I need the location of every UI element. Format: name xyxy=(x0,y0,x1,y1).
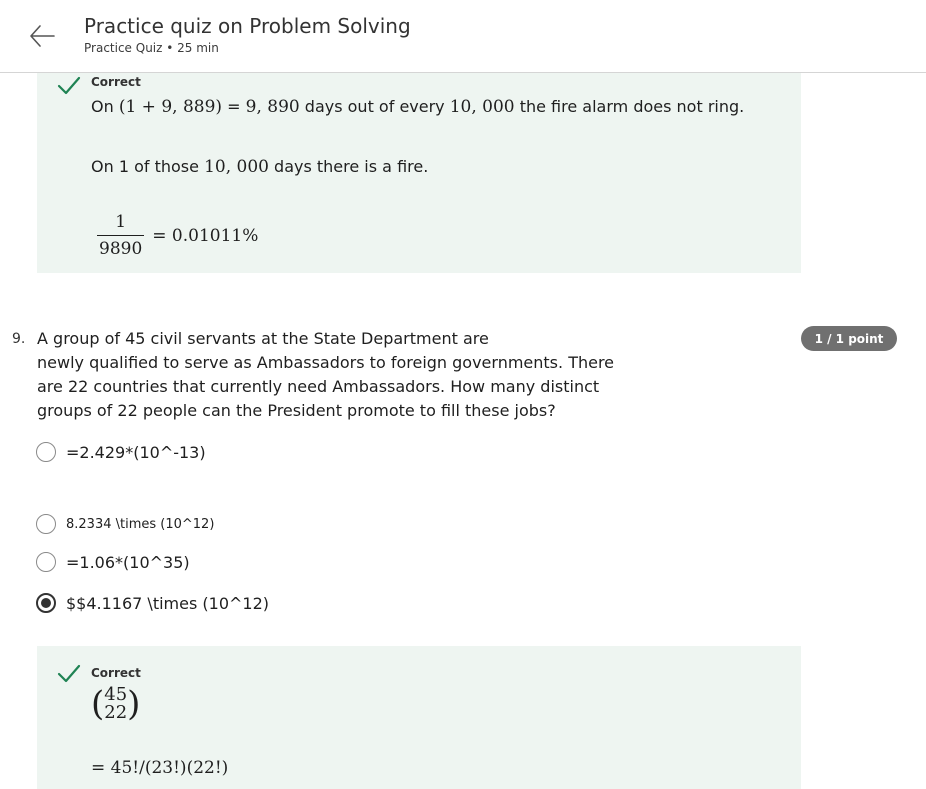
page-subtitle: Practice Quiz • 25 min xyxy=(84,41,219,55)
factorial-equation: = 45!/(23!)(22!) xyxy=(91,758,229,778)
check-icon xyxy=(57,664,81,683)
correct-label: Correct xyxy=(91,75,141,89)
question-number: 9. xyxy=(12,331,26,347)
binomial-bottom: 22 xyxy=(104,702,128,723)
fraction-result: = 0.01011% xyxy=(152,225,259,246)
fraction-denominator: 9890 xyxy=(97,235,145,258)
radio-button[interactable] xyxy=(36,552,56,572)
answer-option-label: =1.06*(10^35) xyxy=(66,552,190,572)
page-title: Practice quiz on Problem Solving xyxy=(84,14,411,38)
radio-button[interactable] xyxy=(36,514,56,534)
explanation-line-2: On 1 of those 10, 000 days there is a fi… xyxy=(91,157,429,177)
answer-option-2[interactable]: 8.2334 \times (10^12) xyxy=(36,514,214,534)
explanation-line-1: On (1 + 9, 889) = 9, 890 days out of eve… xyxy=(91,97,745,117)
feedback-panel-previous: Correct On (1 + 9, 889) = 9, 890 days ou… xyxy=(37,73,801,273)
question-text: A group of 45 civil servants at the Stat… xyxy=(37,329,615,420)
answer-option-4[interactable]: $$4.1167 \times (10^12) xyxy=(36,593,269,613)
correct-label: Correct xyxy=(91,666,141,680)
answer-option-label: $$4.1167 \times (10^12) xyxy=(66,593,269,613)
radio-button-selected[interactable] xyxy=(36,593,56,613)
quiz-header: Practice quiz on Problem Solving Practic… xyxy=(0,0,926,73)
answer-option-1[interactable]: =2.429*(10^-13) xyxy=(36,442,206,462)
points-badge: 1 / 1 point xyxy=(801,326,897,351)
answer-option-label: 8.2334 \times (10^12) xyxy=(66,516,215,532)
back-button[interactable] xyxy=(26,20,58,52)
check-icon xyxy=(57,76,81,95)
radio-selected-dot xyxy=(41,598,51,608)
answer-option-3[interactable]: =1.06*(10^35) xyxy=(36,552,190,572)
fraction-numerator: 1 xyxy=(115,212,127,232)
radio-button[interactable] xyxy=(36,442,56,462)
binomial-coefficient: ( 45 22 ) xyxy=(91,684,141,724)
answer-option-label: =2.429*(10^-13) xyxy=(66,442,206,462)
arrow-left-icon xyxy=(30,25,55,47)
fraction-equation: 1 9890 = 0.01011% xyxy=(97,213,258,258)
feedback-panel-q9: Correct ( 45 22 ) = 45!/(23!)(22!) xyxy=(37,646,801,789)
